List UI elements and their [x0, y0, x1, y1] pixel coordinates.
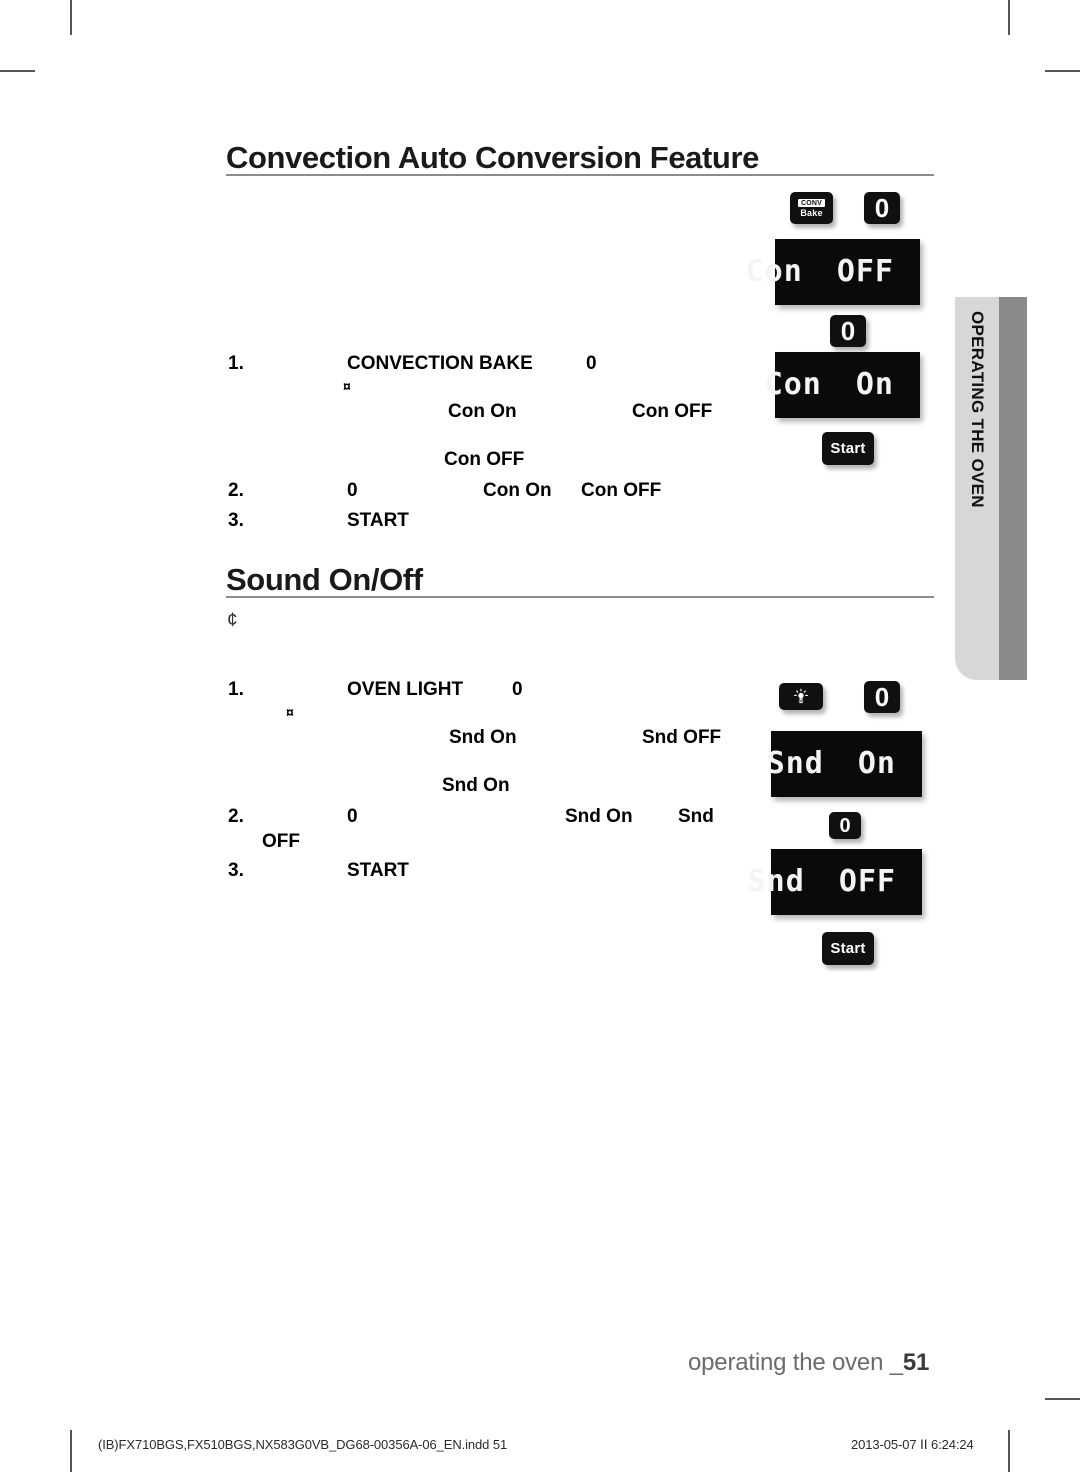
zero-key-4[interactable]: 0 — [829, 812, 861, 839]
section-rule-convection — [226, 174, 934, 176]
display-text-snd-on-c: Snd On — [565, 806, 633, 827]
display-text-con-off-c: Con OFF — [581, 480, 662, 501]
display-con-on-right: On — [855, 367, 894, 402]
step-1-number-convection: 1. — [228, 353, 244, 374]
section-rule-sound — [226, 596, 934, 598]
display-con-on-left: Con — [764, 367, 822, 402]
start-key-label: Start — [830, 940, 866, 957]
display-snd-off: Snd OFF — [748, 849, 922, 915]
display-text-con-on-a: Con On — [448, 401, 517, 422]
conv-bake-key-top-label: CONV — [797, 198, 826, 207]
display-text-con-off-b: Con OFF — [444, 449, 525, 470]
crop-mark-top-right — [1008, 0, 1010, 35]
display-text-snd-off-a: Snd OFF — [642, 727, 722, 748]
display-text-snd-on-a: Snd On — [449, 727, 517, 748]
display-snd-on: Snd On — [767, 731, 922, 797]
key-start-convection: START — [347, 510, 409, 531]
page-footer-running-head: operating the oven _51 — [688, 1349, 929, 1377]
display-snd-on-left: Snd — [766, 746, 824, 781]
tab-dark-panel — [999, 297, 1027, 680]
display-text-snd-partial: Snd — [678, 806, 714, 827]
imprint-timestamp: 2013-05-07 ⅠⅠ 6:24:24 — [851, 1437, 974, 1452]
light-bulb-icon — [790, 686, 812, 708]
list-marker-sound: ¤ — [286, 704, 294, 720]
display-snd-off-right: OFF — [838, 864, 896, 899]
crop-mark-top-left — [70, 0, 72, 35]
display-text-con-off-a: Con OFF — [632, 401, 713, 422]
start-key-2[interactable]: Start — [822, 932, 874, 965]
display-snd-on-right: On — [857, 746, 896, 781]
section-heading-sound: Sound On/Off — [226, 562, 423, 597]
display-text-snd-on-b: Snd On — [442, 775, 510, 796]
crop-mark-bottom-left — [70, 1430, 72, 1472]
zero-key-label: 0 — [874, 682, 890, 712]
key-convection-bake: CONVECTION BAKE — [347, 353, 533, 374]
display-text-off-wrap: OFF — [262, 831, 300, 852]
key-oven-light: OVEN LIGHT — [347, 679, 464, 700]
oven-light-key[interactable] — [779, 683, 823, 710]
crop-mark-right-top — [1045, 70, 1080, 72]
display-text-con-on-b: Con On — [483, 480, 552, 501]
tab-label: OPERATING THE OVEN — [968, 311, 987, 508]
key-zero-inline-1: 0 — [586, 353, 597, 374]
step-2-number-convection: 2. — [228, 480, 244, 501]
conv-bake-key[interactable]: CONV Bake — [790, 192, 833, 224]
display-con-on: Con On — [765, 352, 920, 418]
zero-key-1[interactable]: 0 — [864, 192, 900, 224]
step-1-number-sound: 1. — [228, 679, 244, 700]
imprint-file-name: (IB)FX710BGS,FX510BGS,NX583G0VB_DG68-003… — [98, 1437, 508, 1452]
key-zero-inline-2: 0 — [347, 480, 358, 501]
display-con-off: Con OFF — [746, 239, 920, 305]
list-marker-convection: ¤ — [343, 378, 351, 394]
page-number: 51 — [902, 1349, 930, 1376]
zero-key-label: 0 — [874, 193, 890, 223]
conv-bake-key-labels: CONV Bake — [797, 198, 826, 218]
display-con-off-left: Con — [745, 254, 803, 289]
key-zero-inline-3: 0 — [512, 679, 523, 700]
manual-page: OPERATING THE OVEN Convection Auto Conve… — [0, 0, 1080, 1472]
zero-key-2[interactable]: 0 — [830, 315, 866, 347]
display-snd-off-left: Snd — [747, 864, 805, 899]
start-key-1[interactable]: Start — [822, 432, 874, 465]
side-thumb-tab: OPERATING THE OVEN — [955, 297, 1027, 680]
step-3-number-sound: 3. — [228, 860, 244, 881]
zero-key-3[interactable]: 0 — [864, 681, 900, 713]
step-3-number-convection: 3. — [228, 510, 244, 531]
crop-mark-left-top — [0, 70, 35, 72]
key-zero-inline-4: 0 — [347, 806, 358, 827]
display-con-off-right: OFF — [836, 254, 894, 289]
crop-mark-right-bottom — [1045, 1398, 1080, 1400]
zero-key-label: 0 — [839, 814, 851, 837]
section-heading-convection: Convection Auto Conversion Feature — [226, 140, 759, 175]
page-footer-label: operating the oven _ — [688, 1349, 903, 1376]
conv-bake-key-bottom-label: Bake — [800, 207, 823, 218]
crop-mark-bottom-right — [1008, 1430, 1010, 1472]
note-marker-sound: ¢ — [227, 610, 238, 631]
step-2-number-sound: 2. — [228, 806, 244, 827]
key-start-sound: START — [347, 860, 409, 881]
zero-key-label: 0 — [840, 316, 856, 346]
start-key-label: Start — [830, 440, 866, 457]
